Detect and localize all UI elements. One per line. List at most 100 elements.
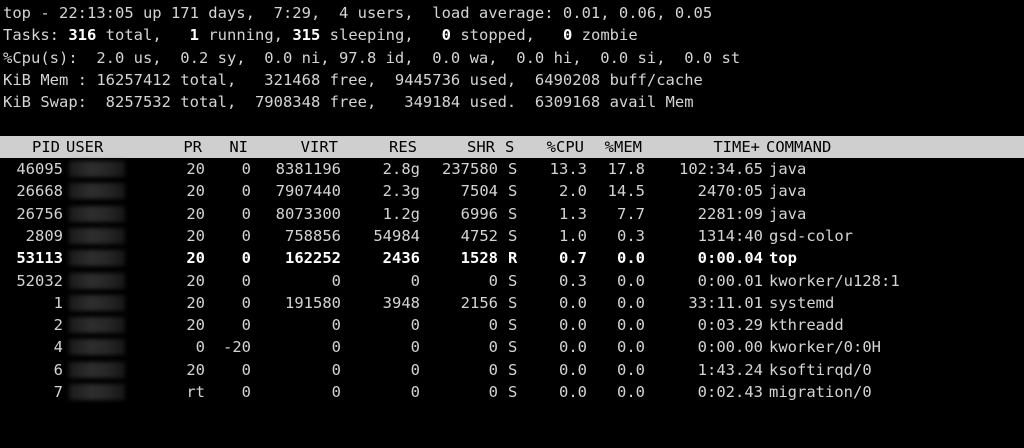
virt-cell: 758856: [285, 226, 341, 245]
redacted-user: [69, 317, 125, 334]
mem-cell: 0.0: [617, 360, 645, 379]
command-cell: kworker/u128:1: [769, 271, 900, 290]
state-cell: S: [508, 383, 518, 402]
tasks-running-suffix: running,: [199, 26, 293, 45]
process-row[interactable]: 26756 20 0 8073300 1.2g 6996 S 1.3 7.7 2281:09 jav…: [3, 203, 1024, 225]
cpu-cell: 0.0: [559, 383, 587, 402]
tasks-stopped: 0: [441, 26, 451, 45]
tasks-stopped-suffix: stopped,: [451, 26, 563, 45]
pid-cell: 2809: [25, 226, 63, 245]
mem-cell: 0.0: [617, 383, 645, 402]
pid-cell: 26668: [16, 182, 63, 201]
pid-cell: 7: [53, 383, 63, 402]
mem-cell: 0.0: [617, 271, 645, 290]
cpu-cell: 13.3: [549, 160, 587, 179]
command-cell: java: [769, 182, 807, 201]
cpu-cell: 0.3: [559, 271, 587, 290]
priority-cell: 20: [186, 293, 205, 312]
command-cell: kworker/0:0H: [769, 338, 881, 357]
time-cell: 0:02.43: [697, 383, 763, 402]
nice-cell: 0: [241, 249, 251, 268]
cpu-cell: 2.0: [559, 182, 587, 201]
pid-cell: 46095: [16, 160, 63, 179]
nice-cell: 0: [241, 383, 251, 402]
process-row[interactable]: 6 20 0 0 0 0 S 0.0 0.0 1:43.24 ksoftirqd/0: [3, 359, 1024, 381]
nice-cell: 0: [241, 360, 251, 379]
mem-cell: 0.0: [617, 316, 645, 335]
shr-cell: 0: [488, 383, 498, 402]
command-cell: ksoftirqd/0: [769, 360, 872, 379]
virt-cell: 162252: [285, 249, 341, 268]
mem-cell: 17.8: [607, 160, 645, 179]
res-cell: 0: [410, 271, 420, 290]
pid-cell: 53113: [16, 249, 63, 268]
col-state: S: [505, 137, 515, 156]
col-res: RES: [389, 137, 417, 156]
pid-cell: 52032: [16, 271, 63, 290]
time-cell: 1314:40: [697, 226, 763, 245]
shr-cell: 7504: [460, 182, 498, 201]
column-header-bar: PID USER PR NI VIRT RES SHR S %CPU %MEM …: [0, 135, 1024, 159]
redacted-user: [69, 205, 125, 222]
time-cell: 0:00.04: [697, 249, 763, 268]
res-cell: 2.3g: [382, 182, 420, 201]
cpu-cell: 0.0: [559, 360, 587, 379]
process-row[interactable]: 4 0 -20 0 0 0 S 0.0 0.0 0:00.00 kworker/0:0H: [3, 336, 1024, 358]
command-cell: systemd: [769, 293, 835, 312]
col-shr: SHR: [467, 137, 495, 156]
process-row[interactable]: 2 20 0 0 0 0 S 0.0 0.0 0:03.29 kthreadd: [3, 314, 1024, 336]
redacted-user: [69, 161, 125, 178]
process-row[interactable]: 46095 20 0 8381196 2.8g 237580 S 13.3 17.8 102:34…: [3, 158, 1024, 180]
res-cell: 3948: [382, 293, 420, 312]
col-time: TIME+: [713, 137, 760, 156]
state-cell: S: [508, 204, 518, 223]
redacted-user: [69, 384, 125, 401]
swap-line: KiB Swap: 8257532 total, 7908348 free, 3…: [3, 93, 694, 112]
tasks-total: 316: [68, 26, 97, 45]
shr-cell: 0: [488, 360, 498, 379]
col-mem: %MEM: [604, 137, 642, 156]
mem-cell: 14.5: [607, 182, 645, 201]
cpu-cell: 1.3: [559, 204, 587, 223]
shr-cell: 2156: [460, 293, 498, 312]
time-cell: 2470:05: [697, 182, 763, 201]
redacted-user: [69, 227, 125, 244]
virt-cell: 0: [331, 383, 341, 402]
terminal-window[interactable]: top - 22:13:05 up 171 days, 7:29, 4 user…: [0, 2, 1024, 403]
virt-cell: 191580: [285, 293, 341, 312]
cpu-line: %Cpu(s): 2.0 us, 0.2 sy, 0.0 ni, 97.8 id…: [3, 48, 741, 67]
command-cell: migration/0: [769, 383, 872, 402]
tasks-line: Tasks: 316 total, 1 running, 315 sleepin…: [3, 24, 1024, 46]
virt-cell: 0: [331, 338, 341, 357]
state-cell: S: [508, 360, 518, 379]
time-cell: 33:11.01: [688, 293, 763, 312]
cpu-cell: 0.0: [559, 338, 587, 357]
process-row[interactable]: 53113 20 0 162252 2436 1528 R 0.7 0.0 0:00.04 top: [3, 247, 1024, 269]
cpu-cell: 0.7: [559, 249, 587, 268]
process-row[interactable]: 2809 20 0 758856 54984 4752 S 1.0 0.3 1314:40 gsd-…: [3, 225, 1024, 247]
process-row[interactable]: 26668 20 0 7907440 2.3g 7504 S 2.0 14.5 2470:05 ja…: [3, 180, 1024, 202]
command-cell: kthreadd: [769, 316, 844, 335]
time-cell: 2281:09: [697, 204, 763, 223]
state-cell: S: [508, 293, 518, 312]
redacted-user: [69, 272, 125, 289]
priority-cell: 20: [186, 226, 205, 245]
mem-cell: 0.0: [617, 338, 645, 357]
col-cpu: %CPU: [546, 137, 584, 156]
priority-cell: 20: [186, 182, 205, 201]
shr-cell: 237580: [442, 160, 498, 179]
pid-cell: 26756: [16, 204, 63, 223]
cpu-cell: 0.0: [559, 316, 587, 335]
process-row[interactable]: 1 20 0 191580 3948 2156 S 0.0 0.0 33:11.01 systemd: [3, 292, 1024, 314]
process-row[interactable]: 7 rt 0 0 0 0 S 0.0 0.0 0:02.43 migration/0: [3, 381, 1024, 403]
mem-cell: 0.3: [617, 226, 645, 245]
tasks-sleeping-suffix: sleeping,: [320, 26, 442, 45]
pid-cell: 6: [53, 360, 63, 379]
pid-cell: 1: [53, 293, 63, 312]
priority-cell: rt: [186, 383, 205, 402]
process-row[interactable]: 52032 20 0 0 0 0 S 0.3 0.0 0:00.01 kworker/u128:1: [3, 270, 1024, 292]
state-cell: R: [508, 249, 518, 268]
col-pid: PID: [32, 137, 60, 156]
priority-cell: 20: [186, 160, 205, 179]
nice-cell: 0: [241, 316, 251, 335]
